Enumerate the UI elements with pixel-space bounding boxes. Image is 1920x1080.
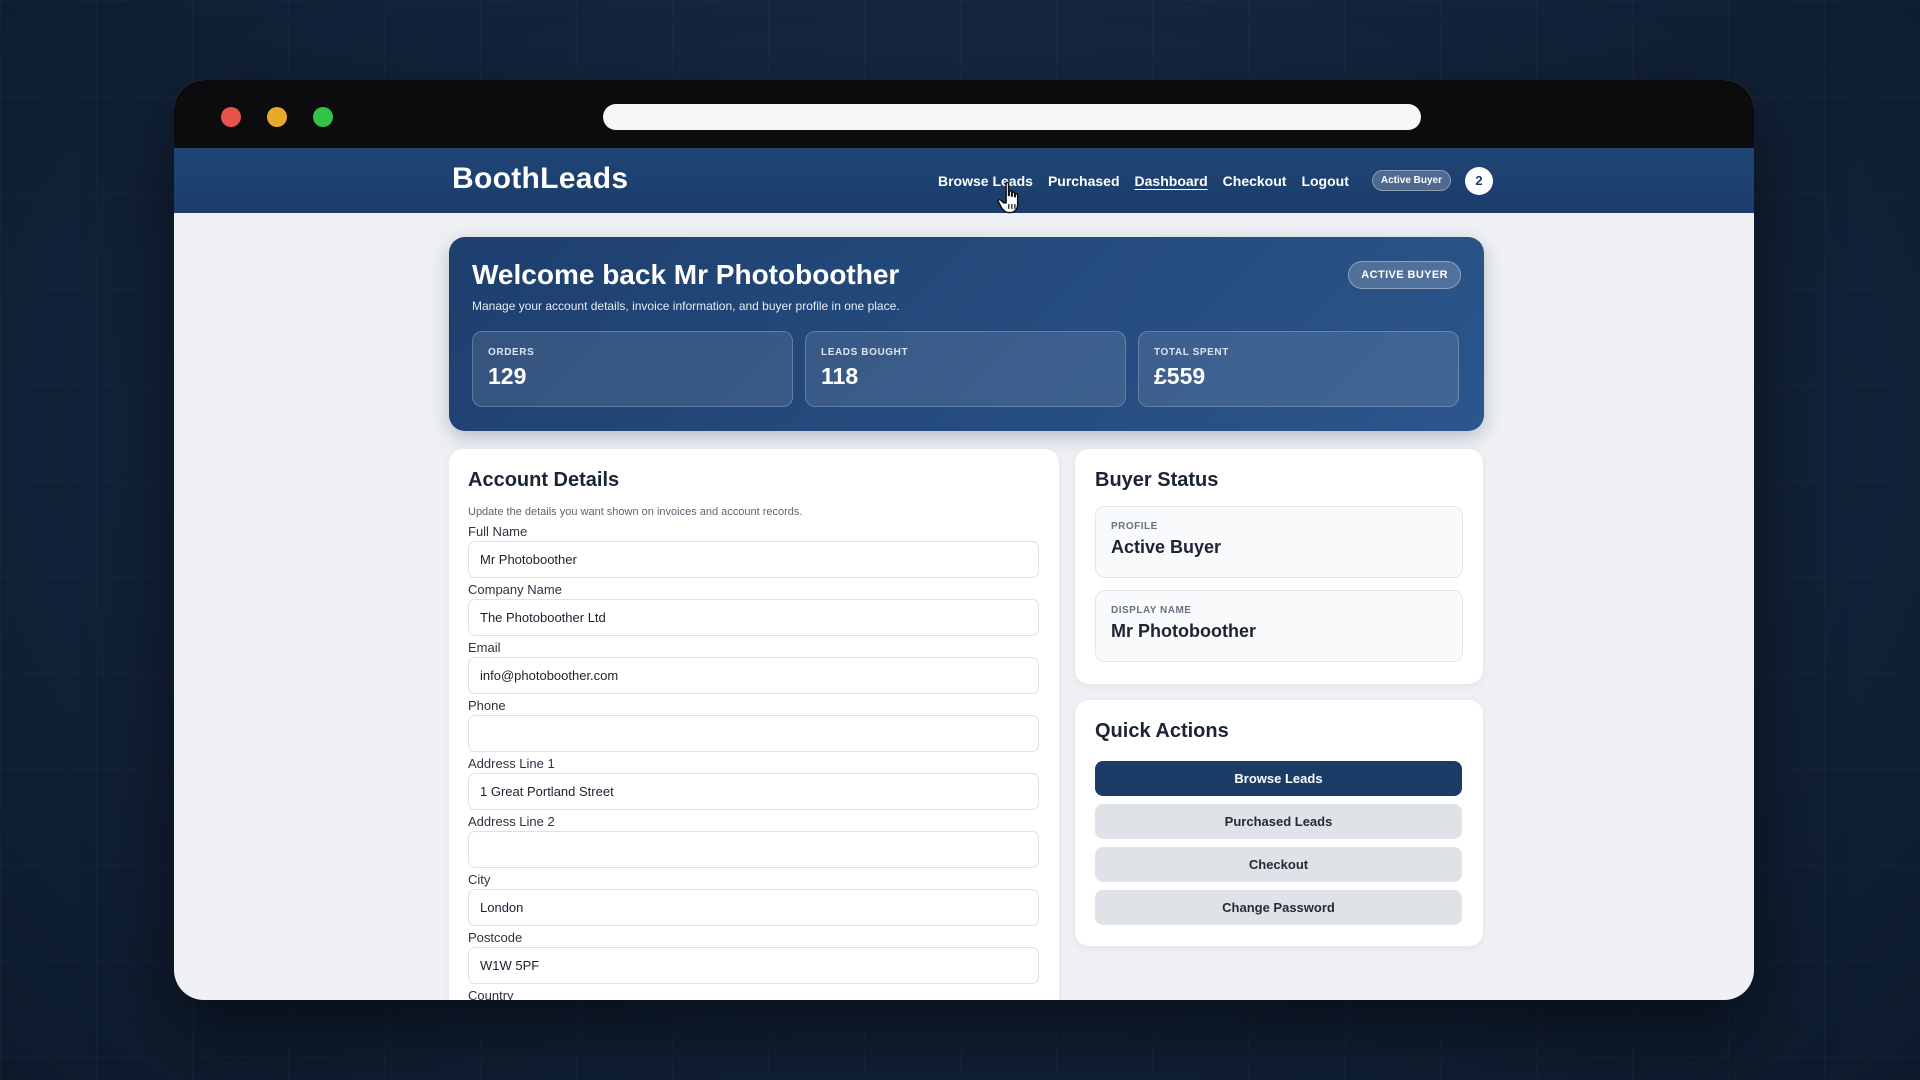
- page-title: Welcome back Mr Photoboother: [472, 259, 900, 290]
- city-label: City: [468, 872, 491, 887]
- stat-label: LEADS BOUGHT: [821, 347, 909, 358]
- phone-label: Phone: [468, 698, 506, 713]
- browser-titlebar: [174, 80, 1754, 148]
- site-navbar: BoothLeads Browse Leads Purchased Dashbo…: [174, 148, 1754, 214]
- nav-purchased[interactable]: Purchased: [1048, 173, 1120, 189]
- full-name-input[interactable]: [468, 541, 1039, 578]
- page-subtitle: Manage your account details, invoice inf…: [472, 299, 900, 313]
- maximize-window-button[interactable]: [313, 107, 333, 127]
- stat-orders: ORDERS 129: [472, 331, 793, 407]
- brand-logo[interactable]: BoothLeads: [452, 162, 628, 196]
- cart-count-badge[interactable]: 2: [1465, 166, 1494, 195]
- stat-total-spent: TOTAL SPENT £559: [1138, 331, 1459, 407]
- company-name-input[interactable]: [468, 599, 1039, 636]
- buyer-status-pill: Active Buyer: [1371, 170, 1452, 191]
- postcode-input[interactable]: [468, 947, 1039, 984]
- nav-logout[interactable]: Logout: [1301, 173, 1348, 189]
- address-line-1-input[interactable]: [468, 773, 1039, 810]
- browse-leads-button[interactable]: Browse Leads: [1095, 761, 1462, 796]
- profile-status-box: PROFILE Active Buyer: [1095, 506, 1463, 578]
- stat-label: ORDERS: [488, 347, 535, 358]
- stat-value: 118: [821, 363, 859, 389]
- stat-label: TOTAL SPENT: [1154, 347, 1229, 358]
- email-input[interactable]: [468, 657, 1039, 694]
- buyer-status-card: Buyer Status PROFILE Active Buyer DISPLA…: [1075, 449, 1483, 684]
- address-line-2-label: Address Line 2: [468, 814, 555, 829]
- email-label: Email: [468, 640, 501, 655]
- active-buyer-badge: ACTIVE BUYER: [1348, 261, 1461, 289]
- profile-value: Active Buyer: [1111, 537, 1222, 557]
- browser-window: BoothLeads Browse Leads Purchased Dashbo…: [174, 80, 1754, 1000]
- stat-leads-bought: LEADS BOUGHT 118: [805, 331, 1126, 407]
- address-line-2-input[interactable]: [468, 831, 1039, 868]
- quick-actions-title: Quick Actions: [1095, 720, 1229, 742]
- quick-actions-card: Quick Actions Browse Leads Purchased Lea…: [1075, 700, 1483, 946]
- buyer-status-title: Buyer Status: [1095, 469, 1219, 491]
- stat-value: 129: [488, 363, 527, 389]
- stats-row: ORDERS 129 LEADS BOUGHT 118 TOTAL SPENT …: [472, 331, 1459, 407]
- account-details-card: Account Details Update the details you w…: [449, 449, 1059, 1000]
- dashboard-content: Welcome back Mr Photoboother Manage your…: [174, 213, 1754, 1000]
- display-name-label: DISPLAY NAME: [1111, 605, 1192, 616]
- phone-input[interactable]: [468, 715, 1039, 752]
- nav-dashboard[interactable]: Dashboard: [1135, 173, 1208, 189]
- purchased-leads-button[interactable]: Purchased Leads: [1095, 804, 1462, 839]
- country-label: Country: [468, 988, 514, 1000]
- account-details-title: Account Details: [468, 469, 620, 491]
- city-input[interactable]: [468, 889, 1039, 926]
- minimize-window-button[interactable]: [267, 107, 287, 127]
- postcode-label: Postcode: [468, 930, 523, 945]
- display-name-value: Mr Photoboother: [1111, 621, 1256, 641]
- account-details-subtitle: Update the details you want shown on inv…: [468, 506, 803, 518]
- hand-pointer-icon: [997, 181, 1019, 214]
- address-bar[interactable]: [603, 104, 1421, 130]
- address-line-1-label: Address Line 1: [468, 756, 555, 771]
- checkout-button[interactable]: Checkout: [1095, 847, 1462, 882]
- display-name-box: DISPLAY NAME Mr Photoboother: [1095, 590, 1463, 662]
- welcome-banner: Welcome back Mr Photoboother Manage your…: [449, 237, 1484, 431]
- stat-value: £559: [1154, 363, 1206, 389]
- nav-checkout[interactable]: Checkout: [1223, 173, 1287, 189]
- change-password-button[interactable]: Change Password: [1095, 890, 1462, 925]
- full-name-label: Full Name: [468, 524, 528, 539]
- company-name-label: Company Name: [468, 582, 562, 597]
- close-window-button[interactable]: [221, 107, 241, 127]
- profile-label: PROFILE: [1111, 521, 1158, 532]
